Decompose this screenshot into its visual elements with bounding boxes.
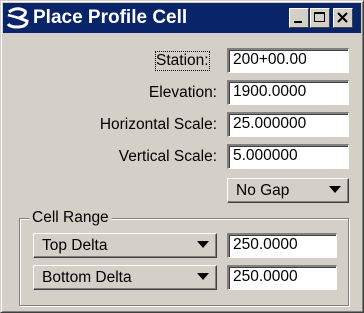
place-profile-cell-dialog: Place Profile Cell Station: 200+00.00 El…: [0, 0, 364, 313]
chevron-down-icon: [197, 273, 209, 280]
title-bar[interactable]: Place Profile Cell: [3, 3, 361, 33]
gap-select-value: No Gap: [236, 182, 290, 199]
chevron-down-icon: [197, 241, 209, 248]
vertical-scale-field[interactable]: 5.000000: [227, 144, 349, 169]
elevation-label: Elevation:: [148, 84, 217, 101]
station-label: Station:: [155, 51, 210, 71]
horizontal-scale-field[interactable]: 25.000000: [227, 112, 349, 137]
minimize-button[interactable]: [289, 8, 309, 28]
maximize-icon: [314, 12, 325, 22]
top-range-select-value: Top Delta: [42, 237, 108, 254]
minimize-icon: [294, 21, 302, 23]
close-button[interactable]: [333, 8, 353, 28]
bottom-range-select[interactable]: Bottom Delta: [33, 265, 217, 290]
chevron-down-icon: [329, 186, 341, 193]
bottom-delta-field[interactable]: 250.0000: [227, 265, 337, 290]
top-range-select[interactable]: Top Delta: [33, 233, 217, 258]
cell-range-label: Cell Range: [29, 209, 112, 227]
maximize-button[interactable]: [310, 8, 330, 28]
gap-select[interactable]: No Gap: [227, 178, 349, 203]
close-icon: [337, 12, 348, 23]
bottom-range-select-value: Bottom Delta: [42, 269, 132, 286]
top-delta-field[interactable]: 250.0000: [227, 233, 337, 258]
window-title: Place Profile Cell: [33, 7, 188, 28]
elevation-field[interactable]: 1900.0000: [227, 80, 349, 105]
horizontal-scale-label: Horizontal Scale:: [99, 116, 217, 133]
vertical-scale-label: Vertical Scale:: [118, 148, 217, 165]
station-field[interactable]: 200+00.00: [227, 48, 349, 73]
app-logo-icon: [5, 7, 31, 29]
cell-range-group: [19, 218, 349, 306]
